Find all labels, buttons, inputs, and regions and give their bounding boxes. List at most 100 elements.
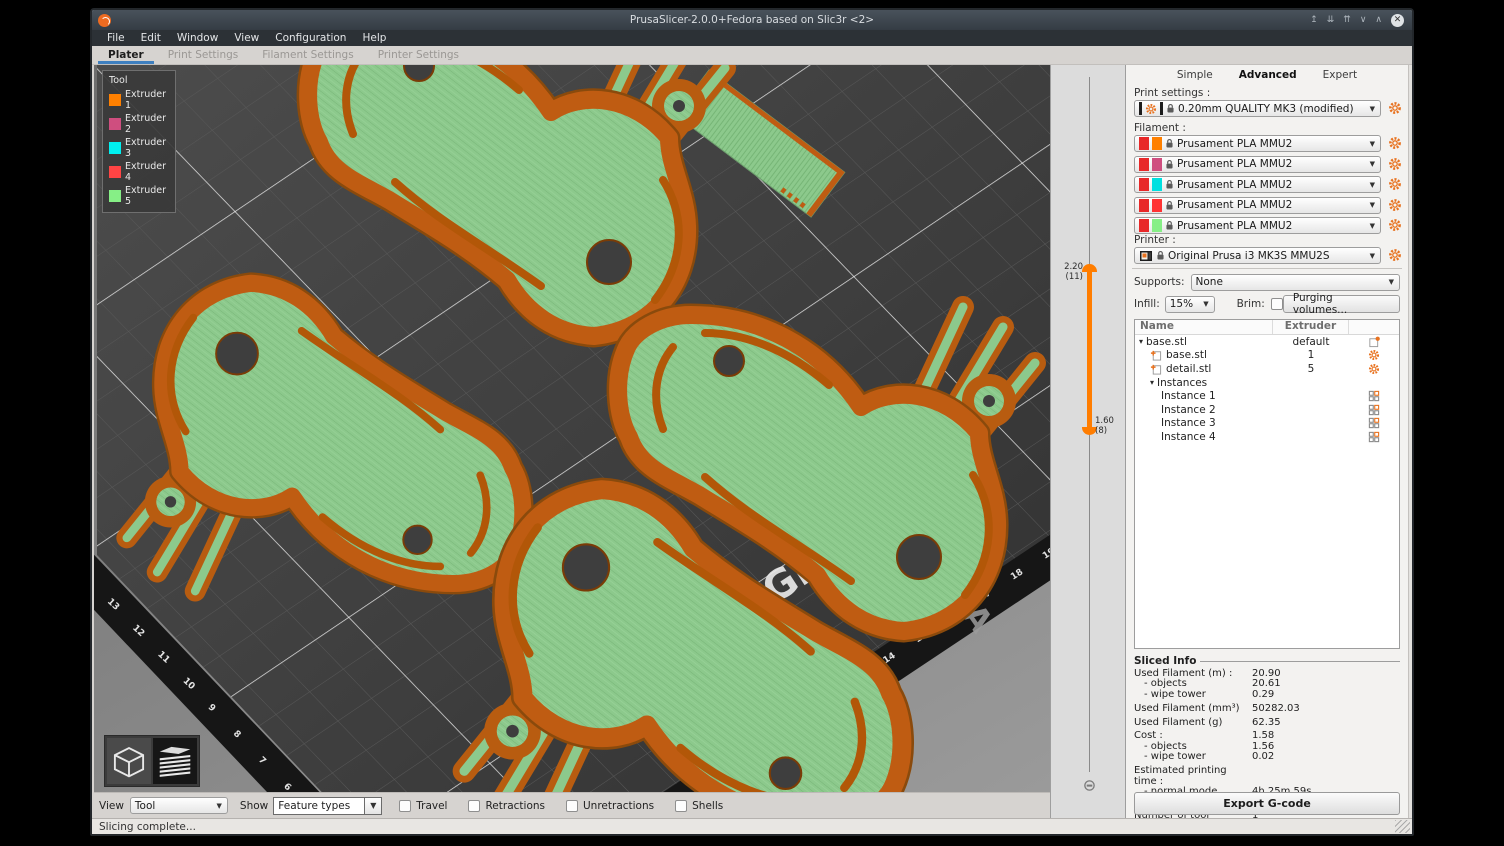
view-value: Tool xyxy=(135,800,155,812)
print-settings-gear-button[interactable] xyxy=(1388,101,1402,115)
filament-preset-value: Prusament PLA MMU2 xyxy=(1177,158,1292,170)
sliced-info-label: Estimated printing time : xyxy=(1134,766,1252,787)
object-settings-icon[interactable] xyxy=(1368,336,1380,348)
chevron-down-icon: ▼ xyxy=(1370,222,1375,230)
filament-preset-row: Prusament PLA MMU2▼ xyxy=(1134,217,1381,234)
feature-types-combo[interactable]: Feature types xyxy=(273,797,365,815)
extruder-color-swatch xyxy=(109,166,121,178)
infill-label: Infill: xyxy=(1134,298,1160,310)
object-list-row[interactable]: ▾Instances xyxy=(1135,376,1399,390)
window-control-button[interactable]: ⇈ xyxy=(1343,16,1351,25)
instances-icon[interactable] xyxy=(1368,404,1380,416)
retractions-checkbox[interactable] xyxy=(468,800,480,812)
status-text: Slicing complete... xyxy=(99,821,196,833)
3d-view-button[interactable] xyxy=(107,738,151,784)
export-gcode-button[interactable]: Export G-code xyxy=(1134,792,1400,815)
mode-tab-simple[interactable]: Simple xyxy=(1177,69,1213,81)
one-layer-lock-icon[interactable] xyxy=(1083,779,1096,792)
window-control-button[interactable]: ∨ xyxy=(1360,16,1367,25)
layer-slider-upper-handle[interactable] xyxy=(1082,264,1097,272)
filament-gear-button[interactable] xyxy=(1388,177,1402,191)
printer-label: Printer : xyxy=(1134,234,1176,246)
object-list-row[interactable]: Instance 4 xyxy=(1135,430,1399,444)
object-name-label: Instances xyxy=(1157,377,1207,389)
tab-printer-settings[interactable]: Printer Settings xyxy=(368,46,469,64)
gear-icon[interactable] xyxy=(1368,363,1380,375)
show-checkboxes: TravelRetractionsUnretractionsShells xyxy=(394,800,739,812)
printer-combo[interactable]: Original Prusa i3 MK3S MMU2S ▼ xyxy=(1134,247,1381,264)
chevron-down-icon: ▼ xyxy=(1203,300,1208,308)
printer-gear-button[interactable] xyxy=(1388,248,1402,262)
separator xyxy=(1132,268,1402,269)
filament-combo-3[interactable]: Prusament PLA MMU2▼ xyxy=(1134,176,1381,193)
expander-icon[interactable]: ▾ xyxy=(1150,378,1154,387)
object-list-row[interactable]: Instance 2 xyxy=(1135,403,1399,417)
chevron-down-icon: ▼ xyxy=(1370,201,1375,209)
filament-combo-1[interactable]: Prusament PLA MMU2▼ xyxy=(1134,135,1381,152)
extruder-color-swatch xyxy=(109,118,121,130)
filament-gear-button[interactable] xyxy=(1388,198,1402,212)
unretractions-checkbox[interactable] xyxy=(566,800,578,812)
feature-types-dropdown-button[interactable]: ▼ xyxy=(365,797,382,815)
menu-help[interactable]: Help xyxy=(355,31,393,45)
travel-checkbox[interactable] xyxy=(399,800,411,812)
print-settings-combo[interactable]: 0.20mm QUALITY MK3 (modified) ▼ xyxy=(1134,100,1381,117)
object-list-row[interactable]: detail.stl5 xyxy=(1135,362,1399,376)
layers-view-button[interactable] xyxy=(153,738,197,784)
sliced-info-row: Estimated printing time : xyxy=(1134,766,1400,787)
menu-view[interactable]: View xyxy=(227,31,266,45)
title-bar[interactable]: PrusaSlicer-2.0.0+Fedora based on Slic3r… xyxy=(92,10,1412,30)
supports-combo[interactable]: None ▼ xyxy=(1191,274,1400,291)
instances-icon[interactable] xyxy=(1368,417,1380,429)
printer-icon xyxy=(1139,250,1153,262)
prusaslicer-logo-icon xyxy=(98,14,111,27)
object-list-row[interactable]: Instance 3 xyxy=(1135,417,1399,431)
object-list-row[interactable]: ▾base.stldefault xyxy=(1135,335,1399,349)
filament-gear-button[interactable] xyxy=(1388,157,1402,171)
menu-window[interactable]: Window xyxy=(170,31,225,45)
expander-icon[interactable]: ▾ xyxy=(1139,337,1143,346)
mode-tab-expert[interactable]: Expert xyxy=(1323,69,1357,81)
filament-color-swatch xyxy=(1139,178,1149,191)
chevron-down-icon: ▼ xyxy=(1389,278,1394,286)
filament-preset-row: Prusament PLA MMU2▼ xyxy=(1134,135,1381,152)
window-control-button[interactable]: ⇊ xyxy=(1327,16,1335,25)
tab-print-settings[interactable]: Print Settings xyxy=(158,46,249,64)
row-icon-cell xyxy=(1349,336,1399,348)
brim-checkbox[interactable] xyxy=(1271,298,1283,310)
shells-checkbox[interactable] xyxy=(675,800,687,812)
infill-combo[interactable]: 15% ▼ xyxy=(1165,296,1215,313)
mode-tab-advanced[interactable]: Advanced xyxy=(1239,69,1297,81)
filament-gear-button[interactable] xyxy=(1388,218,1402,232)
filament-combo-2[interactable]: Prusament PLA MMU2▼ xyxy=(1134,156,1381,173)
view-combo[interactable]: Tool ▼ xyxy=(130,797,228,814)
filament-gear-button[interactable] xyxy=(1388,136,1402,150)
export-gcode-label: Export G-code xyxy=(1223,797,1311,810)
lock-icon xyxy=(1156,250,1165,261)
legend-row: Extruder 2 xyxy=(109,113,170,135)
menu-file[interactable]: File xyxy=(100,31,132,45)
checkbox-label: Unretractions xyxy=(583,800,654,812)
instances-icon[interactable] xyxy=(1368,431,1380,443)
filament-combo-4[interactable]: Prusament PLA MMU2▼ xyxy=(1134,197,1381,214)
object-name-label: Instance 4 xyxy=(1161,431,1216,443)
sliced-info-label: - wipe tower xyxy=(1134,752,1252,762)
lock-icon xyxy=(1165,200,1174,211)
resize-grip[interactable] xyxy=(1395,820,1410,833)
object-list-row[interactable]: base.stl1 xyxy=(1135,349,1399,363)
window-control-button[interactable]: ∧ xyxy=(1375,16,1382,25)
menu-configuration[interactable]: Configuration xyxy=(268,31,353,45)
object-list-row[interactable]: Instance 1 xyxy=(1135,389,1399,403)
tab-filament-settings[interactable]: Filament Settings xyxy=(252,46,363,64)
instances-icon[interactable] xyxy=(1368,390,1380,402)
tab-plater[interactable]: Plater xyxy=(98,46,154,64)
window-control-button[interactable]: ↥ xyxy=(1310,16,1318,25)
lock-icon xyxy=(1165,159,1174,170)
close-button[interactable]: ✕ xyxy=(1391,14,1404,27)
menu-edit[interactable]: Edit xyxy=(134,31,168,45)
panel-scrollbar[interactable] xyxy=(1408,65,1412,818)
purging-volumes-button[interactable]: Purging volumes... xyxy=(1283,295,1400,313)
filament-combo-5[interactable]: Prusament PLA MMU2▼ xyxy=(1134,217,1381,234)
gear-icon[interactable] xyxy=(1368,349,1380,361)
plater-3d-viewport[interactable]: 131211109876 8910111213141516171819 GINA… xyxy=(94,65,1050,792)
